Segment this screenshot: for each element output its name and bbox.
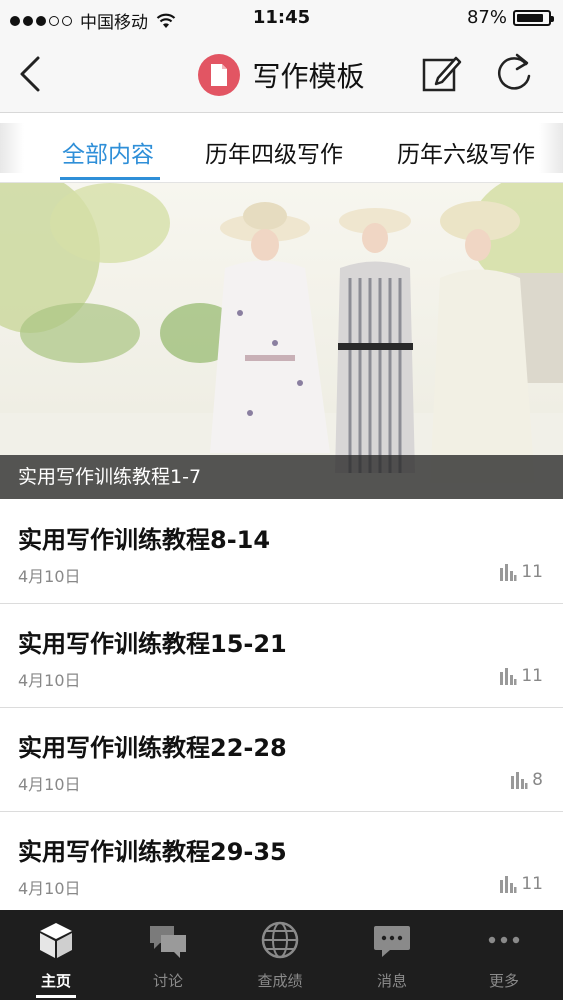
navigation-bar: 写作模板 — [0, 36, 563, 113]
status-bar: 中国移动 11:45 87% — [0, 0, 563, 36]
tabbar-label: 查成绩 — [257, 972, 303, 990]
page-title: 写作模板 — [252, 60, 365, 93]
active-tab-indicator — [60, 177, 160, 180]
active-tab-indicator — [36, 995, 76, 998]
view-count-value: 11 — [521, 562, 543, 582]
tab-cet6-writing[interactable]: 历年六级写作 — [397, 135, 535, 169]
tabbar-item-grades[interactable]: 查成绩 — [224, 910, 336, 1000]
view-count-value: 11 — [521, 874, 543, 894]
battery-icon — [513, 9, 554, 26]
message-icon — [374, 926, 410, 957]
list-item[interactable]: 实用写作训练教程15-21 4月10日 11 — [0, 604, 563, 708]
tabbar-item-more[interactable]: 更多 — [448, 910, 560, 1000]
article-date: 4月10日 — [18, 567, 81, 586]
globe-icon — [261, 921, 299, 959]
article-date: 4月10日 — [18, 775, 81, 794]
tabbar-label: 更多 — [488, 972, 519, 990]
list-item[interactable]: 实用写作训练教程8-14 4月10日 11 — [0, 500, 563, 604]
view-count: 11 — [499, 562, 543, 582]
view-count: 11 — [499, 666, 543, 686]
view-count: 8 — [510, 770, 543, 790]
hero-banner[interactable]: 实用写作训练教程1-7 — [0, 183, 563, 499]
article-title: 实用写作训练教程29-35 — [18, 838, 287, 866]
refresh-icon[interactable] — [493, 50, 535, 94]
tabbar-label: 讨论 — [152, 972, 183, 990]
chat-bubbles-icon — [150, 926, 186, 958]
tabbar-item-home[interactable]: 主页 — [0, 910, 112, 1000]
nav-title-group: 写作模板 — [0, 54, 563, 96]
compose-icon[interactable] — [420, 52, 462, 94]
list-item[interactable]: 实用写作训练教程29-35 4月10日 11 — [0, 812, 563, 915]
more-dots-icon — [488, 936, 520, 944]
view-count-value: 11 — [521, 666, 543, 686]
bottom-tab-bar: 主页 讨论 查成绩 消息 更多 — [0, 910, 563, 1000]
battery-percent: 87% — [466, 7, 507, 28]
article-title: 实用写作训练教程22-28 — [18, 734, 287, 762]
hero-caption: 实用写作训练教程1-7 — [0, 455, 563, 499]
tabbar-label: 消息 — [376, 972, 407, 990]
tabbar-item-discussion[interactable]: 讨论 — [112, 910, 224, 1000]
article-date: 4月10日 — [18, 671, 81, 690]
article-title: 实用写作训练教程15-21 — [18, 630, 287, 658]
view-count-value: 8 — [532, 770, 543, 790]
tabbar-item-messages[interactable]: 消息 — [336, 910, 448, 1000]
bar-chart-icon — [500, 668, 517, 685]
category-tabs: 全部内容 历年四级写作 历年六级写作 — [0, 113, 563, 183]
tab-all-content[interactable]: 全部内容 — [62, 135, 154, 169]
cube-icon — [40, 923, 72, 958]
battery-status: 87% — [466, 7, 554, 28]
view-count: 11 — [499, 874, 543, 894]
tabbar-label: 主页 — [40, 972, 71, 990]
article-title: 实用写作训练教程8-14 — [18, 526, 271, 554]
bar-chart-icon — [500, 564, 517, 581]
banner-photo — [0, 183, 563, 499]
list-item[interactable]: 实用写作训练教程22-28 4月10日 8 — [0, 708, 563, 812]
bar-chart-icon — [500, 876, 517, 893]
document-icon — [198, 54, 241, 96]
article-date: 4月10日 — [18, 879, 81, 898]
bar-chart-icon — [511, 772, 528, 789]
tab-cet4-writing[interactable]: 历年四级写作 — [205, 135, 343, 169]
